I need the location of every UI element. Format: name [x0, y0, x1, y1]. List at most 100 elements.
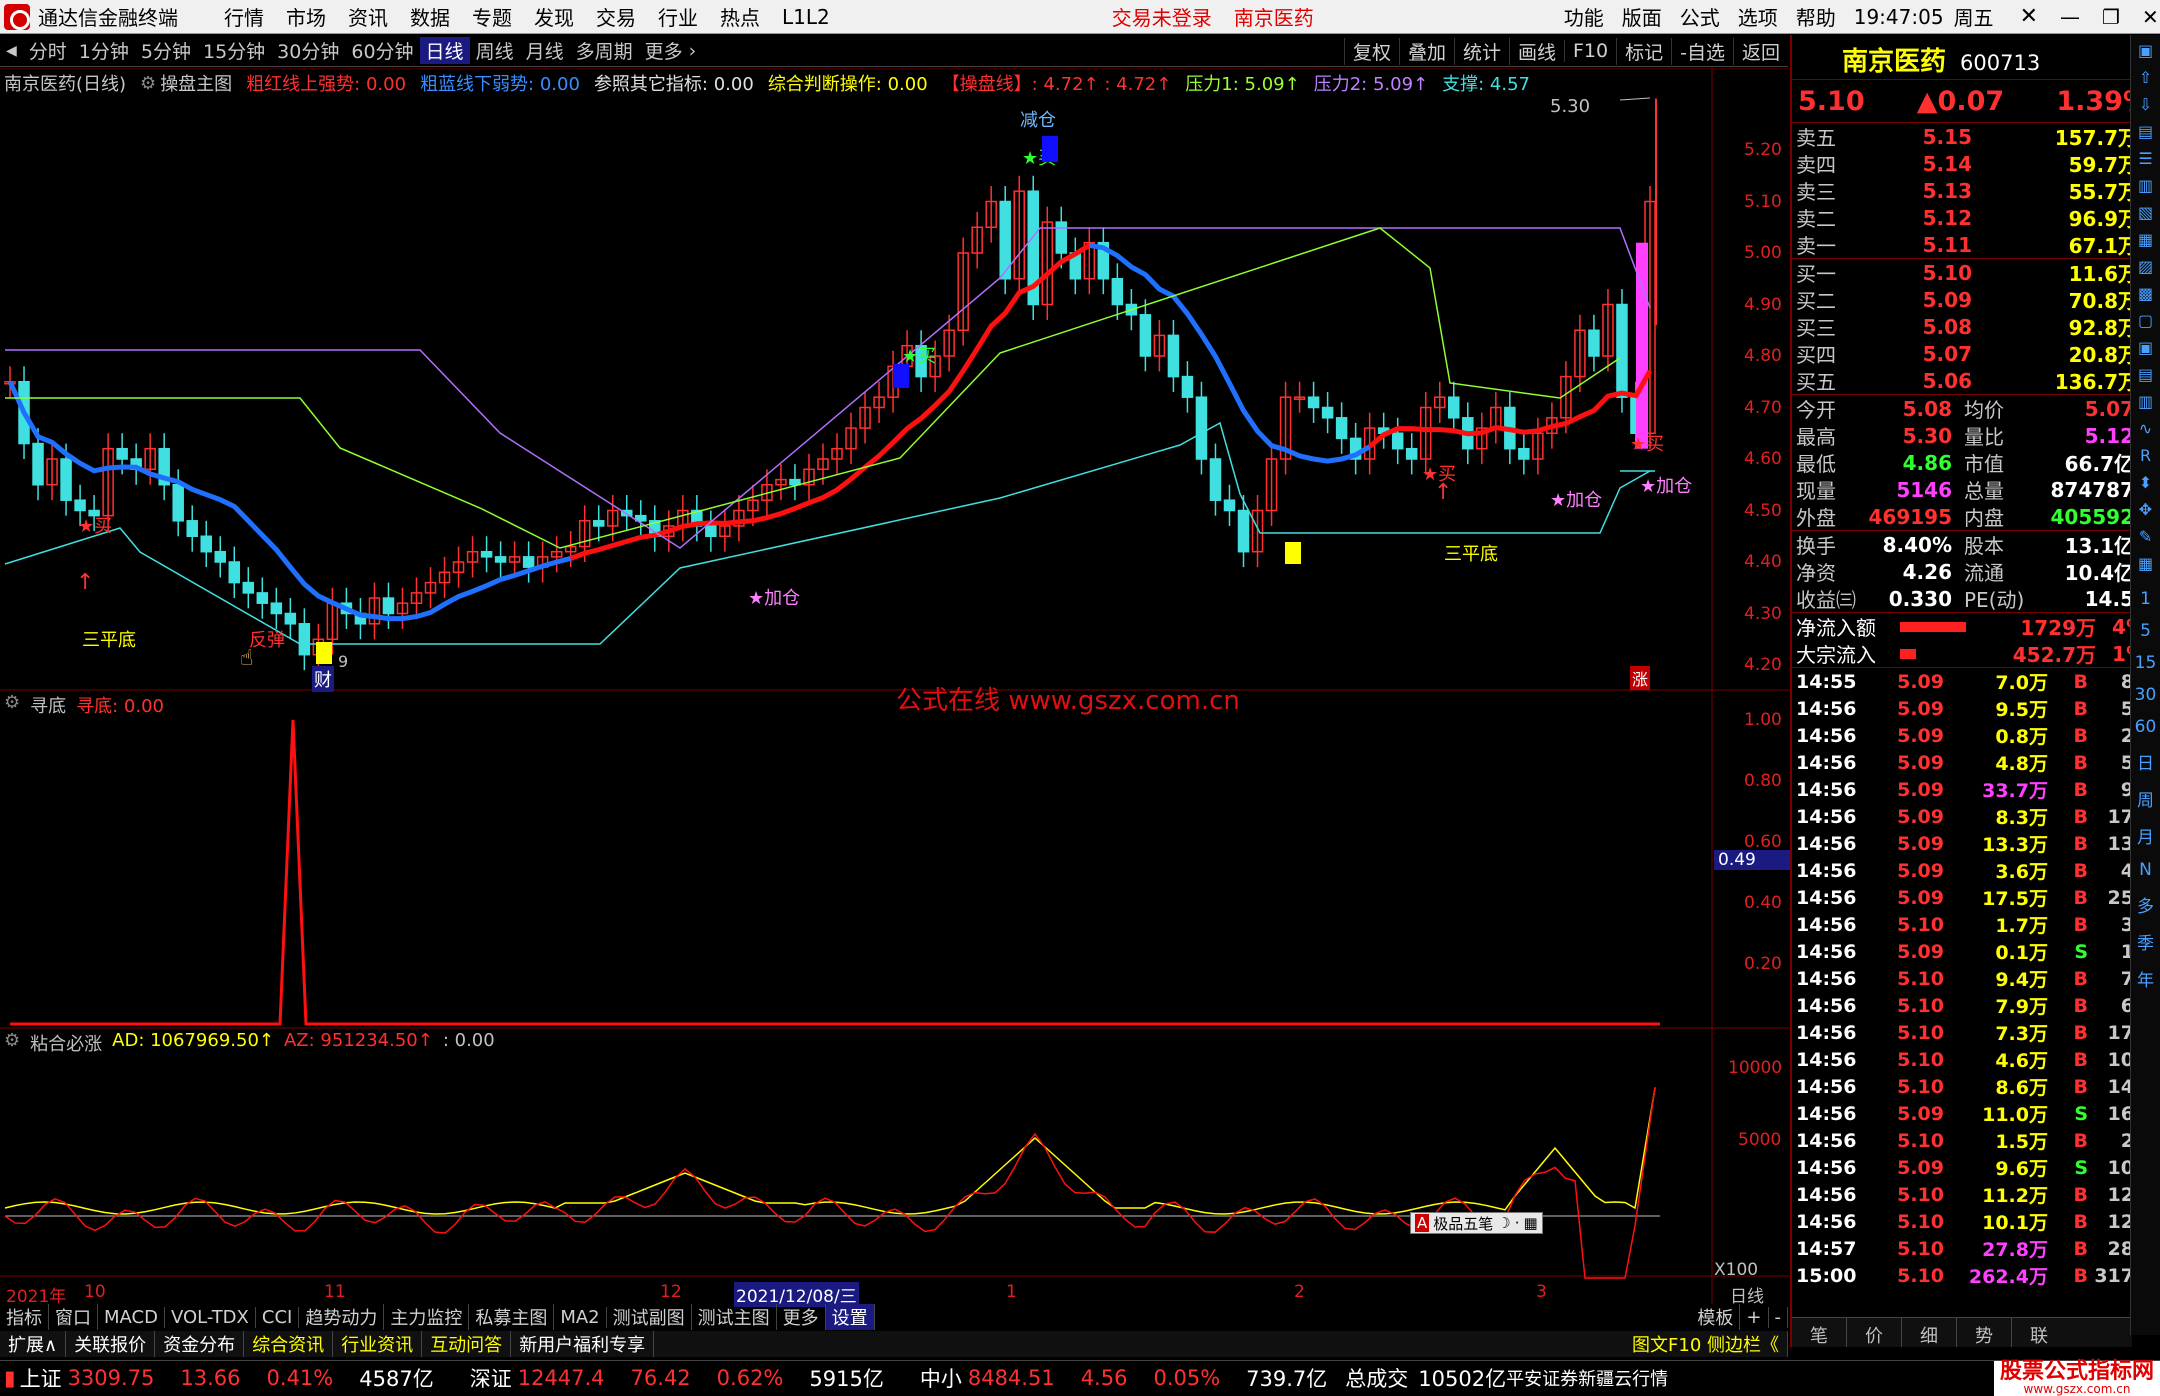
- scale-icon[interactable]: ▧: [2138, 203, 2153, 222]
- tab-main-monitor[interactable]: 主力监控: [384, 1304, 470, 1330]
- window-icon[interactable]: ▣: [2138, 41, 2153, 60]
- sh-label[interactable]: 上证: [20, 1363, 62, 1393]
- tab-more[interactable]: 更多: [777, 1304, 826, 1330]
- chart-area[interactable]: [0, 68, 1790, 1304]
- template-button[interactable]: 模板: [1691, 1304, 1741, 1330]
- list-icon[interactable]: ☰: [2138, 149, 2152, 168]
- sidebar-period-4[interactable]: 60: [2135, 717, 2157, 737]
- tab-related-quote[interactable]: 关联报价: [66, 1331, 156, 1357]
- minimize-icon[interactable]: —: [2060, 5, 2080, 29]
- menu-item-hot[interactable]: 热点: [720, 2, 760, 31]
- chart-icon[interactable]: ▥: [2138, 176, 2153, 195]
- tab-ma2[interactable]: MA2: [554, 1306, 607, 1328]
- pen-icon[interactable]: ✎: [2139, 527, 2152, 546]
- ime-toolbar[interactable]: A 极品五笔 ☽ · ▦: [1410, 1212, 1543, 1234]
- period-tab-1min[interactable]: 1分钟: [73, 37, 135, 64]
- tool-draw[interactable]: 画线: [1508, 37, 1564, 65]
- moon-icon[interactable]: ☽: [1497, 1214, 1510, 1232]
- sidebar-period-3[interactable]: 30: [2135, 685, 2157, 705]
- sidebar-period-0[interactable]: 1: [2140, 589, 2151, 609]
- zx-label[interactable]: 中小: [920, 1363, 962, 1393]
- menu-item-trade[interactable]: 交易: [596, 2, 636, 31]
- sidebar-period-8[interactable]: N: [2139, 860, 2152, 880]
- sz-label[interactable]: 深证: [470, 1363, 512, 1393]
- chevron-right-icon[interactable]: ›: [689, 40, 697, 62]
- tab-private[interactable]: 私募主图: [469, 1304, 555, 1330]
- restore-icon[interactable]: ❐: [2102, 5, 2120, 29]
- menu-item-l1l2[interactable]: L1L2: [782, 5, 830, 29]
- f4-icon[interactable]: ▥: [2138, 392, 2153, 411]
- dot-icon[interactable]: ·: [1515, 1214, 1520, 1232]
- gear-icon[interactable]: ⚙: [4, 1030, 20, 1056]
- tool-f10[interactable]: F10: [1564, 40, 1616, 62]
- tab-macd[interactable]: MACD: [98, 1306, 165, 1328]
- f2-icon[interactable]: ▣: [2138, 338, 2153, 357]
- period-tab-30min[interactable]: 30分钟: [271, 37, 345, 64]
- sidebar-period-9[interactable]: 多: [2137, 892, 2154, 917]
- tab-composite-news[interactable]: 综合资讯: [244, 1331, 334, 1357]
- dropdown-arrow-icon[interactable]: ◀: [0, 43, 23, 59]
- sidebar-period-11[interactable]: 年: [2137, 966, 2154, 991]
- tab-link[interactable]: 联: [2012, 1318, 2066, 1347]
- menu-item-market[interactable]: 市场: [286, 2, 326, 31]
- menu-item-discover[interactable]: 发现: [534, 2, 574, 31]
- gear-icon[interactable]: ⚙: [4, 692, 20, 718]
- tab-detail[interactable]: 细: [1902, 1318, 1957, 1347]
- tab-settings[interactable]: 设置: [825, 1304, 875, 1330]
- tab-ticks[interactable]: 笔: [1792, 1318, 1847, 1347]
- tab-expand[interactable]: 扩展∧: [0, 1331, 67, 1357]
- tool-mark[interactable]: 标记: [1616, 37, 1671, 65]
- tab-fund-dist[interactable]: 资金分布: [155, 1331, 245, 1357]
- menu-formula[interactable]: 公式: [1680, 2, 1720, 31]
- tab-industry-news[interactable]: 行业资讯: [333, 1331, 423, 1357]
- f3-icon[interactable]: ▤: [2138, 365, 2153, 384]
- sidebar-period-6[interactable]: 周: [2137, 786, 2154, 811]
- f1-icon[interactable]: ▢: [2138, 311, 2153, 330]
- up-down-icon[interactable]: ⬍: [2139, 473, 2152, 492]
- menu-help[interactable]: 帮助: [1796, 2, 1836, 31]
- close-window-icon[interactable]: ✕: [2020, 4, 2038, 29]
- period-tab-multi[interactable]: 多周期: [570, 37, 639, 64]
- menu-item-industry[interactable]: 行业: [658, 2, 698, 31]
- keyboard-icon[interactable]: ▦: [1524, 1214, 1538, 1232]
- tab-qa[interactable]: 互动问答: [422, 1331, 512, 1357]
- tool-overlay[interactable]: 叠加: [1398, 37, 1454, 65]
- menu-func[interactable]: 功能: [1564, 2, 1604, 31]
- grid-icon[interactable]: ▦: [2138, 230, 2153, 249]
- close-icon[interactable]: ✕: [2142, 5, 2159, 29]
- period-tab-weekly[interactable]: 周线: [470, 37, 520, 64]
- box-icon[interactable]: ▩: [2138, 284, 2153, 303]
- period-tab-60min[interactable]: 60分钟: [345, 37, 419, 64]
- down-icon[interactable]: ⇩: [2139, 95, 2152, 114]
- sub1-name[interactable]: 寻底: [30, 692, 66, 718]
- tab-cci[interactable]: CCI: [256, 1306, 300, 1328]
- menu-item-data[interactable]: 数据: [410, 2, 450, 31]
- period-tab-15min[interactable]: 15分钟: [197, 37, 271, 64]
- period-tab-5min[interactable]: 5分钟: [135, 37, 197, 64]
- sidebar-period-1[interactable]: 5: [2140, 621, 2151, 641]
- period-tab-monthly[interactable]: 月线: [520, 37, 570, 64]
- tab-price[interactable]: 价: [1847, 1318, 1902, 1347]
- menu-options[interactable]: 选项: [1738, 2, 1778, 31]
- tab-f10-sidebar[interactable]: 图文F10 侧边栏《: [1624, 1331, 1788, 1357]
- tab-new-user[interactable]: 新用户福利专享: [511, 1331, 655, 1357]
- sidebar-period-2[interactable]: 15: [2135, 653, 2157, 673]
- login-status[interactable]: 交易未登录: [1112, 2, 1212, 31]
- up-icon[interactable]: ⇧: [2139, 68, 2152, 87]
- tool-back[interactable]: 返回: [1732, 37, 1788, 65]
- zoom-in-button[interactable]: +: [1740, 1306, 1769, 1328]
- tab-trend[interactable]: 趋势动力: [299, 1304, 385, 1330]
- sidebar-period-7[interactable]: 月: [2137, 823, 2154, 848]
- period-tab-more[interactable]: 更多: [639, 37, 689, 64]
- tab-test-sub[interactable]: 测试副图: [607, 1304, 692, 1330]
- menu-item-topics[interactable]: 专题: [472, 2, 512, 31]
- wave-icon[interactable]: ∿: [2139, 419, 2152, 438]
- menu-layout[interactable]: 版面: [1622, 2, 1662, 31]
- table-icon[interactable]: ▦: [2138, 554, 2153, 573]
- move-icon[interactable]: ✥: [2139, 500, 2152, 519]
- doc-icon[interactable]: ▨: [2138, 257, 2153, 276]
- tab-trend[interactable]: 势: [1957, 1318, 2012, 1347]
- zoom-out-button[interactable]: -: [1769, 1306, 1788, 1328]
- period-tab-fenshi[interactable]: 分时: [23, 37, 73, 64]
- tab-indicator[interactable]: 指标: [0, 1304, 49, 1330]
